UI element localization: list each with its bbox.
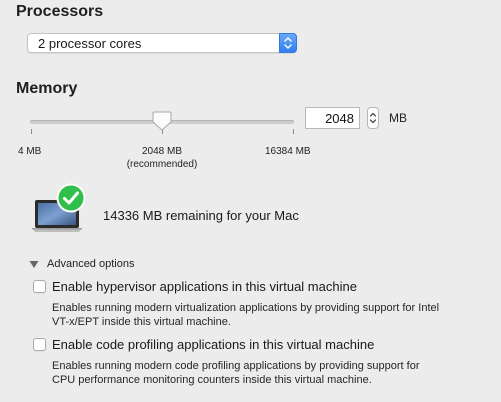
- hypervisor-label[interactable]: Enable hypervisor applications in this v…: [52, 279, 357, 294]
- processors-title: Processors: [16, 3, 104, 20]
- memory-unit-label: MB: [389, 111, 407, 125]
- popup-chevrons-icon: [279, 33, 297, 53]
- disclosure-triangle-icon[interactable]: [29, 260, 39, 269]
- hypervisor-description-line1: Enables running modern virtualization ap…: [52, 302, 440, 314]
- slider-max-label: 16384 MB: [265, 146, 311, 157]
- slider-mid-label: 2048 MB: [141, 146, 183, 157]
- memory-slider-thumb[interactable]: [151, 110, 173, 132]
- processor-cores-popup[interactable]: 2 processor cores: [27, 33, 297, 53]
- code-profiling-checkbox[interactable]: [33, 338, 46, 351]
- checkmark-badge-icon: [56, 183, 86, 213]
- memory-stepper[interactable]: [367, 107, 379, 129]
- memory-input[interactable]: [306, 108, 359, 128]
- memory-title: Memory: [16, 80, 78, 97]
- slider-mid-sublabel: (recommended): [126, 159, 198, 170]
- slider-min-label: 4 MB: [18, 146, 42, 157]
- hypervisor-description-line2: VT-x/EPT inside this virtual machine.: [52, 316, 231, 328]
- stepper-arrows-icon: [369, 112, 377, 124]
- hypervisor-checkbox[interactable]: [33, 280, 46, 293]
- processor-cores-value: 2 processor cores: [38, 36, 142, 51]
- advanced-options-label[interactable]: Advanced options: [47, 258, 134, 270]
- slider-tick-min: [31, 129, 32, 134]
- memory-remaining-text: 14336 MB remaining for your Mac: [103, 208, 299, 223]
- memory-field[interactable]: [305, 107, 360, 129]
- code-profiling-description-line1: Enables running modern code profiling ap…: [52, 360, 420, 372]
- slider-tick-max: [293, 129, 294, 134]
- code-profiling-label[interactable]: Enable code profiling applications in th…: [52, 337, 374, 352]
- code-profiling-description-line2: CPU performance monitoring counters insi…: [52, 374, 372, 386]
